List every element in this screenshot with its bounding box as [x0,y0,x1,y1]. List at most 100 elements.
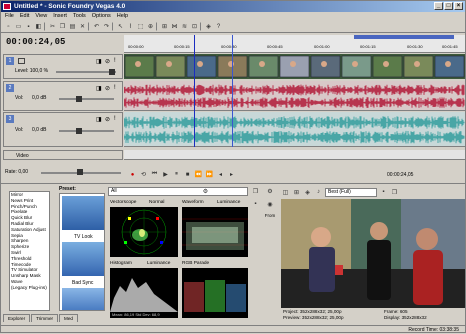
help-icon[interactable]: ? [214,22,223,31]
preview-quality-select[interactable]: Best (Full) [325,187,377,197]
preview-side-toolbar: ⚙ ◉ From [263,187,277,312]
preset-thumb-3[interactable] [62,288,104,310]
playback-cursor[interactable] [232,35,233,147]
menu-help[interactable]: Help [117,12,128,21]
next-frame-icon[interactable]: ▸ [227,170,236,179]
save-frame-icon[interactable]: ▪ [379,188,388,197]
loop-icon[interactable]: ⟲ [139,170,148,179]
cut-icon[interactable]: ✂ [48,22,57,31]
histogram-mode: Luminance [147,261,171,266]
preset-thumb-tv-look[interactable] [62,196,104,230]
scope-select-dropdown[interactable]: All [108,187,248,196]
video-bus-label: Video [16,153,29,159]
preset-panel: TV Look Bad Sync [59,193,105,311]
rgb-parade-title: RGB Parade [182,261,210,266]
copy-icon[interactable]: ❐ [58,22,67,31]
timeline-ruler[interactable]: 00:00:00 00:00:15 00:00:30 00:00:45 00:0… [124,35,465,53]
vol-slider[interactable] [59,130,114,132]
menu-edit[interactable]: Edit [20,12,29,21]
menu-options[interactable]: Options [92,12,111,21]
audio-track-1-area[interactable] [123,81,465,111]
mute-icon[interactable]: ⊘ [105,58,110,65]
preview-value: 352x288x32; 25,00p [301,315,344,320]
minimize-button[interactable]: _ [434,2,443,10]
vol-slider[interactable] [59,98,114,100]
split-screen-icon[interactable]: ◫ [281,188,290,197]
auto-crossfade-icon[interactable]: ⋈ [170,22,179,31]
mute-icon[interactable]: ⊘ [105,85,110,92]
fx-list-item[interactable]: (Legacy Plug-ins) [11,285,49,291]
play-icon[interactable]: ▶ [161,170,170,179]
vol-slider-thumb[interactable] [76,96,82,102]
prev-frame-icon[interactable]: ◂ [216,170,225,179]
menu-view[interactable]: View [35,12,47,21]
delete-icon[interactable]: ✕ [78,22,87,31]
loop-region[interactable] [354,35,454,39]
vol-label: Vol: [15,95,24,101]
video-track-area[interactable] [124,54,465,79]
redo-icon[interactable]: ↷ [102,22,111,31]
track-fx-icon[interactable]: ◨ [96,85,102,92]
record-icon[interactable]: ● [128,170,137,179]
thumbnail-subject [414,61,420,67]
track-fx-icon[interactable]: ◨ [96,116,102,123]
expand-icon[interactable] [18,58,25,64]
vectorscope-mode: Normal [149,200,165,205]
solo-icon[interactable]: ! [114,116,116,122]
ruler-label: 00:00:45 [267,44,283,49]
save-snapshot-icon[interactable]: ▪ [251,199,260,208]
go-to-end-icon[interactable]: ⏩ [205,170,214,179]
scope-settings-icon[interactable]: ⚙ [201,187,210,196]
edit-tool-icon[interactable]: ↖ [116,22,125,31]
render-icon[interactable]: ◧ [34,22,43,31]
video-fx-icon[interactable]: ◈ [303,188,312,197]
display-label: Display: [384,315,401,320]
menu-insert[interactable]: Insert [53,12,67,21]
go-to-start-icon[interactable]: ⏪ [194,170,203,179]
maximize-button[interactable]: □ [444,2,453,10]
tab-media[interactable]: Med [59,314,78,322]
copy-snapshot-icon[interactable]: ❐ [251,187,260,196]
paste-icon[interactable]: ▤ [68,22,77,31]
video-fx-list[interactable]: Mirror News Print Pinch/Punch Pixelate Quick… [9,191,50,311]
track-fx-icon[interactable]: ◨ [96,58,102,65]
close-button[interactable]: × [454,2,463,10]
preview-settings-icon[interactable]: ⚙ [266,187,275,196]
preview-audio-icon[interactable]: ♪ [314,188,323,197]
save-icon[interactable]: ▪ [24,22,33,31]
open-icon[interactable]: ▭ [14,22,23,31]
mute-icon[interactable]: ⊘ [105,116,110,123]
selection-tool-icon[interactable]: ⬚ [136,22,145,31]
fx-list-item[interactable]: Saturation Adjust [11,227,49,233]
waveform-title: Waveform [182,200,204,205]
properties-icon[interactable]: ◈ [204,22,213,31]
ripple-edit-icon[interactable]: ≋ [180,22,189,31]
menu-tools[interactable]: Tools [73,12,86,21]
preset-thumb-bad-sync[interactable] [62,242,104,276]
tab-explorer[interactable]: Explorer [3,314,31,322]
copy-frame-icon[interactable]: ❐ [390,188,399,197]
video-level-slider[interactable] [56,71,116,73]
vol-slider-thumb[interactable] [76,128,82,134]
play-from-start-icon[interactable]: ⏮ [150,170,159,179]
display-value: 352x288x32 [401,315,427,320]
video-bus-area[interactable] [124,150,465,160]
vol-value: 0,0 dB [32,95,47,101]
preview-external-icon[interactable]: ◉ [266,200,275,209]
lock-envelopes-icon[interactable]: ⊡ [190,22,199,31]
tab-trimmer[interactable]: Trimmer [31,314,59,322]
undo-icon[interactable]: ↶ [92,22,101,31]
video-level-thumb[interactable] [109,69,115,75]
overlays-icon[interactable]: ⊞ [292,188,301,197]
stop-icon[interactable]: ■ [183,170,192,179]
pause-icon[interactable]: ⏸ [172,170,181,179]
envelope-tool-icon[interactable]: ⌇ [126,22,135,31]
zoom-tool-icon[interactable]: ⊕ [146,22,155,31]
solo-icon[interactable]: ! [114,58,116,64]
snap-icon[interactable]: ⊞ [160,22,169,31]
audio-track-2-area[interactable] [123,112,465,147]
menu-file[interactable]: File [5,12,14,21]
new-project-icon[interactable]: ▫ [4,22,13,31]
solo-icon[interactable]: ! [114,85,116,91]
rate-slider-thumb[interactable] [77,169,83,175]
